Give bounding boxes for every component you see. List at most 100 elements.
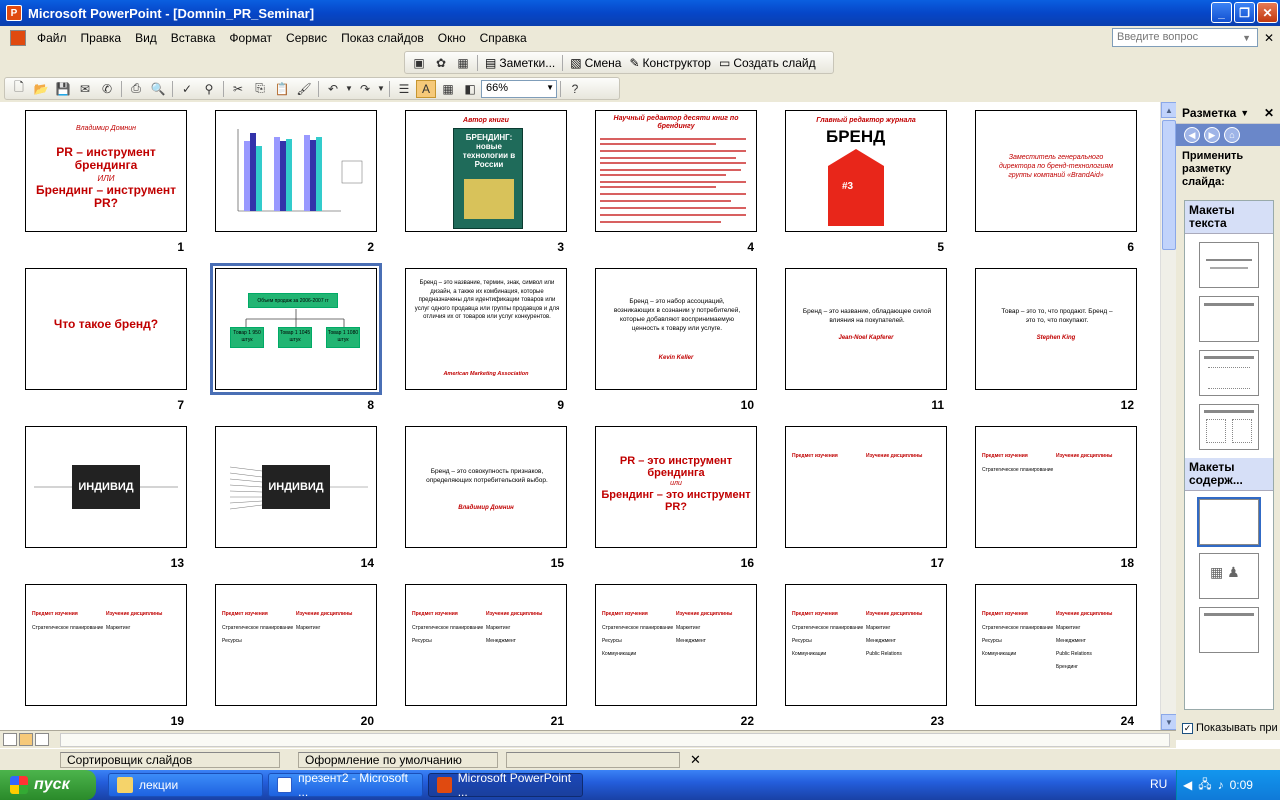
network-icon[interactable]: 🖧 bbox=[1198, 775, 1211, 796]
notes-button[interactable]: ▤ Заметки... bbox=[481, 56, 559, 70]
back-icon[interactable]: ◀ bbox=[1184, 127, 1200, 143]
layout-title-text[interactable] bbox=[1199, 350, 1259, 396]
help-search-input[interactable]: Введите вопрос ▼ bbox=[1112, 28, 1258, 47]
copy-icon[interactable]: ⎘ bbox=[250, 80, 270, 98]
powerpoint-app-icon[interactable]: P bbox=[6, 5, 22, 21]
dropdown-arrow-icon[interactable]: ▼ bbox=[1242, 33, 1251, 43]
slide-thumbnail-10[interactable]: Бренд – это набор ассоциаций, возникающи… bbox=[595, 268, 757, 390]
slide-sorter-view-icon[interactable] bbox=[19, 733, 33, 746]
show-grid-icon[interactable]: ▦ bbox=[438, 80, 458, 98]
print-icon[interactable]: ⎙ bbox=[126, 80, 146, 98]
scroll-thumb[interactable] bbox=[1162, 120, 1176, 250]
clock[interactable]: 0:09 bbox=[1230, 778, 1253, 792]
expand-all-icon[interactable]: ☰ bbox=[394, 80, 414, 98]
slide-thumbnail-1[interactable]: Владимир Домнин PR – инструмент брендинг… bbox=[25, 110, 187, 232]
close-button[interactable]: ✕ bbox=[1257, 2, 1278, 23]
document-icon[interactable] bbox=[10, 30, 26, 46]
language-indicator[interactable]: RU bbox=[1150, 777, 1167, 791]
redo-dropdown-icon[interactable]: ▼ bbox=[377, 80, 385, 98]
slideshow-view-icon[interactable] bbox=[35, 733, 49, 746]
redo-icon[interactable]: ↷ bbox=[355, 80, 375, 98]
layout-blank[interactable] bbox=[1197, 497, 1261, 547]
menu-format[interactable]: Формат bbox=[222, 31, 279, 45]
scroll-down-icon[interactable]: ▼ bbox=[1161, 714, 1177, 730]
zoom-dropdown-icon[interactable]: ▼ bbox=[546, 83, 554, 92]
restore-button[interactable]: ❐ bbox=[1234, 2, 1255, 23]
slide-thumbnail-5[interactable]: Главный редактор журнала БРЕНД #3 bbox=[785, 110, 947, 232]
slide-thumbnail-15[interactable]: Бренд – это совокупность признаков, опре… bbox=[405, 426, 567, 548]
design-button[interactable]: ✎ Конструктор bbox=[625, 56, 714, 70]
slide-thumbnail-11[interactable]: Бренд – это название, обладающее силой в… bbox=[785, 268, 947, 390]
slide-thumbnail-16[interactable]: PR – это инструмент брендинга или Бренди… bbox=[595, 426, 757, 548]
slide-thumbnail-13[interactable]: ИНДИВИД bbox=[25, 426, 187, 548]
transition-button[interactable]: ▧ Смена bbox=[566, 56, 625, 70]
slide-thumbnail-12[interactable]: Товар – это то, что продают. Бренд – это… bbox=[975, 268, 1137, 390]
slide-thumbnail-3[interactable]: Автор книги БРЕНДИНГ: новые технологии в… bbox=[405, 110, 567, 232]
task-pane-close-icon[interactable]: ✕ bbox=[1264, 106, 1274, 120]
zoom-select[interactable]: 66% ▼ bbox=[481, 79, 557, 98]
slide-thumbnail-21[interactable]: Предмет изучения Изучение дисциплины Стр… bbox=[405, 584, 567, 706]
volume-icon[interactable]: ♪ bbox=[1218, 778, 1224, 792]
slide-thumbnail-20[interactable]: Предмет изучения Изучение дисциплины Стр… bbox=[215, 584, 377, 706]
slide-thumbnail-7[interactable]: Что такое бренд? bbox=[25, 268, 187, 390]
format-painter-icon[interactable]: 🖌 bbox=[294, 80, 314, 98]
slide-thumbnail-9[interactable]: Бренд – это название, термин, знак, симв… bbox=[405, 268, 567, 390]
show-on-insert-checkbox[interactable]: ✓ Показывать при bbox=[1182, 722, 1278, 734]
task-lectures[interactable]: лекции bbox=[108, 773, 263, 797]
grid-icon[interactable]: ▦ bbox=[453, 54, 473, 72]
spelling-icon[interactable]: ✓ bbox=[177, 80, 197, 98]
permission-icon[interactable]: ✉ bbox=[75, 80, 95, 98]
scroll-up-icon[interactable]: ▲ bbox=[1161, 102, 1177, 118]
slide-thumbnail-6[interactable]: Заместитель генерального директора по бр… bbox=[975, 110, 1137, 232]
task-pane-header[interactable]: Разметка ▼ ✕ bbox=[1176, 102, 1280, 124]
slide-thumbnail-18[interactable]: Предмет изучения Изучение дисциплины Стр… bbox=[975, 426, 1137, 548]
slide-thumbnail-4[interactable]: Научный редактор десяти книг по брендинг… bbox=[595, 110, 757, 232]
layout-title-subtitle[interactable] bbox=[1199, 242, 1259, 288]
home-icon[interactable]: ⌂ bbox=[1224, 127, 1240, 143]
layout-two-columns[interactable] bbox=[1199, 404, 1259, 450]
menu-tools[interactable]: Сервис bbox=[279, 31, 334, 45]
checkbox-checked-icon[interactable]: ✓ bbox=[1182, 722, 1193, 734]
task-pane-menu-icon[interactable]: ▼ bbox=[1240, 108, 1249, 118]
new-slide-button[interactable]: ▭ Создать слайд bbox=[715, 56, 820, 70]
slide-thumbnail-19[interactable]: Предмет изучения Изучение дисциплины Стр… bbox=[25, 584, 187, 706]
task-powerpoint[interactable]: Microsoft PowerPoint ... bbox=[428, 771, 583, 799]
spelling-status-icon[interactable]: ✕ bbox=[690, 752, 701, 768]
normal-view-icon[interactable] bbox=[3, 733, 17, 746]
task-word-present[interactable]: презент2 - Microsoft ... bbox=[268, 771, 423, 799]
save-icon[interactable]: 💾 bbox=[53, 80, 73, 98]
slide-sorter-area[interactable]: Владимир Домнин PR – инструмент брендинг… bbox=[0, 102, 1160, 730]
slide-thumbnail-24[interactable]: Предмет изучения Изучение дисциплины Стр… bbox=[975, 584, 1137, 706]
layout-title-content[interactable] bbox=[1199, 607, 1259, 653]
minimize-button[interactable]: _ bbox=[1211, 2, 1232, 23]
slide-thumbnail-23[interactable]: Предмет изучения Изучение дисциплины Стр… bbox=[785, 584, 947, 706]
menu-view[interactable]: Вид bbox=[128, 31, 164, 45]
print-preview-icon[interactable]: 🔍 bbox=[148, 80, 168, 98]
email-icon[interactable]: ✆ bbox=[97, 80, 117, 98]
slide-thumbnail-22[interactable]: Предмет изучения Изучение дисциплины Стр… bbox=[595, 584, 757, 706]
slide-thumbnail-14[interactable]: ИНДИВИД bbox=[215, 426, 377, 548]
start-button[interactable]: пуск bbox=[0, 770, 96, 800]
paste-icon[interactable]: 📋 bbox=[272, 80, 292, 98]
menu-help[interactable]: Справка bbox=[473, 31, 534, 45]
menu-file[interactable]: Файл bbox=[30, 31, 74, 45]
vertical-scrollbar[interactable]: ▲ ▼ bbox=[1160, 102, 1177, 730]
research-icon[interactable]: ⚲ bbox=[199, 80, 219, 98]
summary-slide-icon[interactable]: ✿ bbox=[431, 54, 451, 72]
tray-expand-icon[interactable]: ◀ bbox=[1183, 778, 1192, 792]
undo-dropdown-icon[interactable]: ▼ bbox=[345, 80, 353, 98]
layout-title-only[interactable] bbox=[1199, 296, 1259, 342]
menu-edit[interactable]: Правка bbox=[74, 31, 129, 45]
color-grayscale-icon[interactable]: ◧ bbox=[460, 80, 480, 98]
formatting-toggle-icon[interactable]: A bbox=[416, 79, 436, 98]
cut-icon[interactable]: ✂ bbox=[228, 80, 248, 98]
slide-thumbnail-17[interactable]: Предмет изучения Изучение дисциплины bbox=[785, 426, 947, 548]
menu-window[interactable]: Окно bbox=[431, 31, 473, 45]
slide-thumbnail-8[interactable]: Объем продаж за 2006-2007 гг Товар 1 950… bbox=[210, 263, 382, 395]
slide-thumbnail-2[interactable] bbox=[215, 110, 377, 232]
horizontal-scrollbar[interactable] bbox=[60, 733, 1170, 747]
layout-list[interactable]: Макеты текста Макеты содерж... ▦ ♟ bbox=[1184, 200, 1274, 710]
open-icon[interactable]: 📂 bbox=[31, 80, 51, 98]
menu-slideshow[interactable]: Показ слайдов bbox=[334, 31, 431, 45]
hide-slide-icon[interactable]: ▣ bbox=[409, 54, 429, 72]
